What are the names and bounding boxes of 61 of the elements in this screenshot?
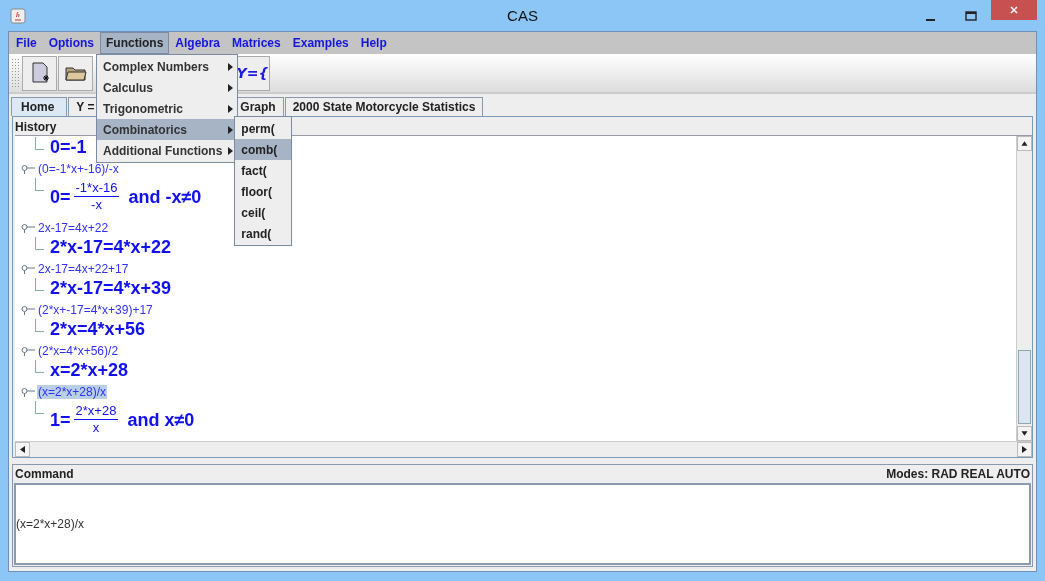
menu-item[interactable]: ceil( xyxy=(235,202,292,223)
history-result: 2*x-17=4*x+22 xyxy=(50,236,172,258)
menu-item[interactable]: floor( xyxy=(235,181,292,202)
history-input[interactable]: (x=2*x+28)/x xyxy=(37,384,108,399)
menu-item[interactable]: fact( xyxy=(235,160,292,181)
tree-node-icon[interactable] xyxy=(21,263,35,274)
new-document-button[interactable] xyxy=(22,55,57,91)
menu-item[interactable]: Calculus xyxy=(97,77,238,98)
tab[interactable]: Y = xyxy=(68,97,99,116)
vertical-scrollbar[interactable] xyxy=(1016,136,1032,441)
menu-item[interactable]: Algebra xyxy=(169,32,226,54)
tab[interactable]: Home xyxy=(11,97,68,116)
scroll-right-icon[interactable] xyxy=(1017,442,1032,457)
scroll-up-icon[interactable] xyxy=(1017,136,1032,151)
history-result: 2*x-17=4*x+39 xyxy=(50,277,172,299)
tree-node-icon[interactable] xyxy=(21,222,35,233)
submenu-arrow-icon xyxy=(228,62,234,71)
horizontal-scrollbar[interactable] xyxy=(15,441,1032,457)
new-document-icon xyxy=(29,62,50,84)
panel-title: History xyxy=(15,120,57,134)
maximize-icon[interactable] xyxy=(965,9,977,22)
java-icon xyxy=(10,7,26,24)
menu-item[interactable]: File xyxy=(10,32,43,54)
history-input[interactable]: (2*x+-17=4*x+39)+17 xyxy=(37,302,154,317)
scroll-down-icon[interactable] xyxy=(1017,426,1032,441)
submenu-arrow-icon xyxy=(228,125,234,134)
submenu-arrow-icon xyxy=(228,146,234,155)
menu-item[interactable]: Functions xyxy=(100,32,170,54)
open-folder-button[interactable] xyxy=(58,55,93,91)
menu-item[interactable]: Help xyxy=(354,32,393,54)
menu-item[interactable]: perm( xyxy=(235,118,292,139)
tree-node-icon[interactable] xyxy=(21,386,35,397)
tab[interactable]: 2000 State Motorcycle Statistics xyxy=(284,97,484,116)
menu-item[interactable]: Complex Numbers xyxy=(97,56,238,77)
history-result: x=2*x+28 xyxy=(50,359,129,381)
tree-node-icon[interactable] xyxy=(21,163,35,174)
menu-item[interactable]: Additional Functions xyxy=(97,140,238,161)
history-result: 2*x=4*x+56 xyxy=(50,318,146,340)
scroll-left-icon[interactable] xyxy=(15,442,30,457)
modes-label: Modes: RAD REAL AUTO xyxy=(886,467,1030,481)
window-title: CAS xyxy=(507,7,538,24)
history-result: 0=-1 xyxy=(50,136,87,158)
history-input[interactable]: (2*x=4*x+56)/2 xyxy=(37,343,120,358)
close-icon xyxy=(1009,5,1019,15)
menu-item[interactable]: Options xyxy=(42,32,100,54)
history-input[interactable]: 2x-17=4x+22+17 xyxy=(37,261,130,276)
menu-item[interactable]: comb( xyxy=(235,139,292,160)
tree-node-icon[interactable] xyxy=(21,304,35,315)
submenu-arrow-icon xyxy=(228,83,234,92)
submenu-arrow-icon xyxy=(228,104,234,113)
command-field[interactable]: (x=2*x+28)/x xyxy=(14,483,1031,565)
menu-item[interactable]: rand( xyxy=(235,223,292,244)
menu-item[interactable]: Matrices xyxy=(226,32,287,54)
close-button[interactable] xyxy=(991,0,1037,20)
tree-node-icon[interactable] xyxy=(21,345,35,356)
panel-title: Command xyxy=(15,467,74,481)
scroll-thumb[interactable] xyxy=(1018,350,1031,424)
folder-icon xyxy=(64,64,87,82)
menu-item[interactable]: Examples xyxy=(286,32,355,54)
history-input[interactable]: 2x-17=4x+22 xyxy=(37,220,110,235)
history-input[interactable]: (0=-1*x+-16)/-x xyxy=(37,161,120,176)
